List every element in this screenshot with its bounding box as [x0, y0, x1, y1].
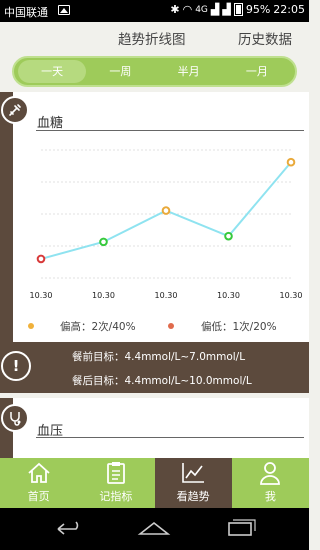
- tab-history-data[interactable]: 历史数据: [238, 28, 292, 48]
- title-underline: [36, 437, 304, 438]
- wifi-icon: ◠: [182, 3, 193, 16]
- nav-home-label: 首页: [27, 490, 50, 503]
- home-icon: [27, 460, 51, 486]
- period-day[interactable]: 一天: [18, 60, 87, 83]
- period-selector: 一天 一周 半月 一月: [12, 56, 297, 87]
- nav-record-label: 记指标: [99, 490, 133, 503]
- bluetooth-icon: ✱: [170, 3, 180, 16]
- nav-trend[interactable]: 看趋势: [154, 458, 232, 508]
- back-icon[interactable]: [57, 521, 79, 535]
- title-underline: [36, 130, 304, 131]
- network-type: 4G: [195, 4, 208, 15]
- clipboard-icon: [106, 460, 126, 486]
- blood-pressure-card: 血压: [0, 398, 309, 458]
- x-tick-label: 10.30: [92, 291, 115, 300]
- sim2-signal-icon: ▟: [222, 3, 231, 16]
- clock: 22:05: [273, 3, 305, 16]
- high-legend-dot: [28, 323, 34, 329]
- recent-apps-icon[interactable]: [228, 519, 256, 536]
- data-point: [286, 157, 296, 167]
- battery-percent: 95%: [245, 3, 271, 16]
- alert-icon: !: [1, 351, 31, 381]
- data-point: [224, 231, 233, 241]
- signal-icon: ▟: [210, 3, 220, 16]
- stethoscope-icon: [1, 404, 29, 432]
- nav-me-label: 我: [264, 490, 276, 503]
- target-range-panel: ! 餐前目标：4.4mmol/L~7.0mmol/L 餐后目标：4.4mmol/…: [0, 342, 309, 393]
- low-legend-dot: [168, 323, 174, 329]
- person-icon: [259, 460, 281, 486]
- period-week[interactable]: 一周: [86, 60, 154, 83]
- x-tick-label: 10.30: [280, 291, 303, 300]
- pre-meal-target: 餐前目标：4.4mmol/L~7.0mmol/L: [72, 351, 246, 363]
- nav-trend-label: 看趋势: [176, 490, 210, 503]
- period-month[interactable]: 一月: [223, 60, 291, 83]
- bottom-nav: 首页 记指标 看趋势 我: [0, 458, 309, 508]
- carrier-name: 中国联通: [4, 6, 48, 19]
- data-point: [161, 206, 171, 215]
- post-meal-target: 餐后目标：4.4mmol/L~10.0mmol/L: [72, 375, 252, 387]
- data-point: [99, 237, 108, 247]
- image-notification-icon: [58, 5, 70, 15]
- home-key-icon[interactable]: [137, 521, 171, 535]
- blood-sugar-title: 血糖: [37, 116, 64, 131]
- tab-trend-chart[interactable]: 趋势折线图: [118, 28, 186, 48]
- battery-icon: [233, 3, 243, 16]
- nav-record[interactable]: 记指标: [77, 458, 154, 508]
- blood-sugar-card: 血糖 10.30 10.30 10.30 10.30 10.30 偏高：2次/40% 偏…: [0, 92, 309, 342]
- data-point: [36, 254, 46, 264]
- top-tabs: 趋势折线图 历史数据: [0, 22, 309, 52]
- status-bar: 中国联通 ✱ ◠ 4G ▟ ▟ 95% 22:05: [0, 0, 309, 22]
- period-half-month[interactable]: 半月: [155, 60, 223, 83]
- nav-me[interactable]: 我: [232, 458, 309, 508]
- nav-home[interactable]: 首页: [0, 458, 77, 508]
- x-tick-label: 10.30: [217, 291, 240, 300]
- x-tick-label: 10.30: [30, 291, 53, 300]
- legend-low: 偏低：1次/20%: [201, 321, 277, 333]
- trend-chart-icon: [181, 460, 205, 486]
- x-tick-label: 10.30: [155, 291, 178, 300]
- system-nav-bar: [0, 508, 309, 550]
- period-selector-bar: 一天 一周 半月 一月: [0, 52, 309, 92]
- legend-high: 偏高：2次/40%: [60, 321, 136, 333]
- syringe-icon: [1, 96, 29, 124]
- blood-sugar-chart: 10.30 10.30 10.30 10.30 10.30: [30, 149, 303, 300]
